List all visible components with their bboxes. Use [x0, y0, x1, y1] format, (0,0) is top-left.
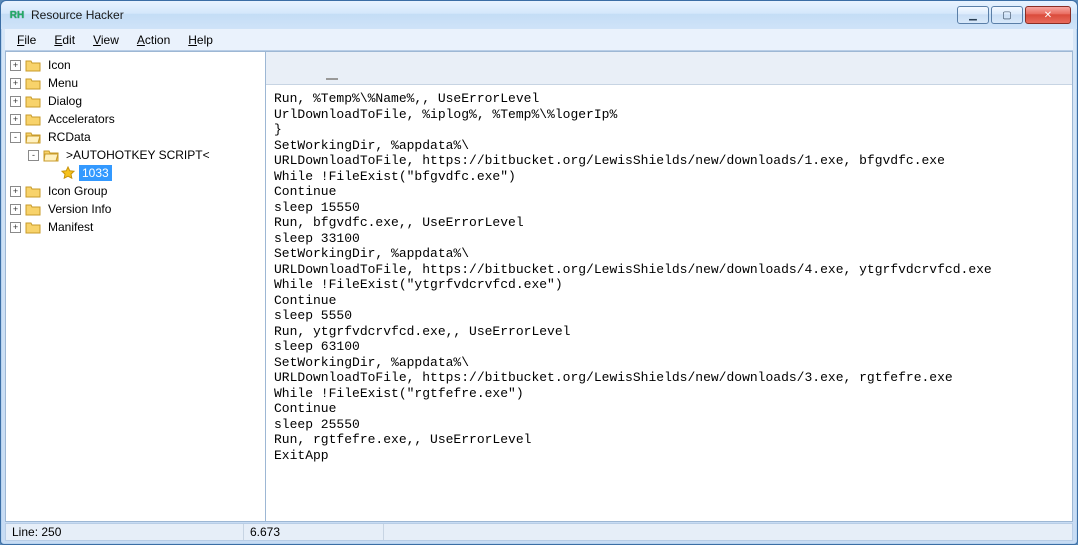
expand-icon[interactable]: + — [10, 114, 21, 125]
expand-icon[interactable]: + — [10, 96, 21, 107]
tree-item-icon[interactable]: + Icon — [8, 56, 263, 74]
tree-label: Dialog — [45, 93, 85, 109]
titlebar[interactable]: RH Resource Hacker ▁ ▢ ✕ — [1, 1, 1077, 29]
expand-icon[interactable]: + — [10, 204, 21, 215]
folder-icon — [25, 202, 41, 216]
menu-file[interactable]: File — [9, 31, 44, 49]
maximize-button[interactable]: ▢ — [991, 6, 1023, 24]
folder-icon — [25, 94, 41, 108]
tree-item-version-info[interactable]: + Version Info — [8, 200, 263, 218]
close-button[interactable]: ✕ — [1025, 6, 1071, 24]
window-title: Resource Hacker — [31, 8, 124, 22]
tree-item-autohotkey-script[interactable]: - >AUTOHOTKEY SCRIPT< — [26, 146, 263, 164]
app-window: RH Resource Hacker ▁ ▢ ✕ File Edit View … — [0, 0, 1078, 545]
folder-icon — [25, 76, 41, 90]
minimize-button[interactable]: ▁ — [957, 6, 989, 24]
collapse-icon[interactable]: - — [10, 132, 21, 143]
expand-icon[interactable]: + — [10, 78, 21, 89]
code-editor[interactable]: Run, %Temp%\%Name%,, UseErrorLevel UrlDo… — [266, 85, 1072, 521]
folder-open-icon — [43, 148, 59, 162]
editor-tabstrip — [266, 52, 1072, 85]
tree-label: RCData — [45, 129, 94, 145]
tree-item-menu[interactable]: + Menu — [8, 74, 263, 92]
app-icon: RH — [9, 7, 25, 23]
expand-icon[interactable]: + — [10, 186, 21, 197]
tree-label: Icon — [45, 57, 74, 73]
tree-item-accelerators[interactable]: + Accelerators — [8, 110, 263, 128]
expand-icon[interactable]: + — [10, 222, 21, 233]
tree-label-selected: 1033 — [79, 165, 112, 181]
folder-icon — [25, 58, 41, 72]
status-line: Line: 250 — [6, 524, 244, 540]
resource-tree[interactable]: +Icon +Menu +Dialog +Accelerators -RCDat… — [6, 52, 266, 521]
folder-icon — [25, 112, 41, 126]
tree-item-icon-group[interactable]: + Icon Group — [8, 182, 263, 200]
menu-edit[interactable]: Edit — [46, 31, 83, 49]
tree-item-dialog[interactable]: + Dialog — [8, 92, 263, 110]
tree-label: Manifest — [45, 219, 96, 235]
tree-item-1033[interactable]: 1033 — [44, 164, 263, 182]
statusbar: Line: 250 6.673 — [5, 523, 1073, 541]
collapse-icon[interactable]: - — [28, 150, 39, 161]
expand-icon[interactable]: + — [10, 60, 21, 71]
menu-view[interactable]: View — [85, 31, 127, 49]
status-col: 6.673 — [244, 524, 384, 540]
menu-action[interactable]: Action — [129, 31, 178, 49]
folder-icon — [25, 184, 41, 198]
star-icon — [61, 166, 75, 180]
client-area: +Icon +Menu +Dialog +Accelerators -RCDat… — [5, 51, 1073, 522]
tree-label: Version Info — [45, 201, 114, 217]
tree-label: Icon Group — [45, 183, 110, 199]
folder-open-icon — [25, 130, 41, 144]
folder-icon — [25, 220, 41, 234]
tree-label: Accelerators — [45, 111, 118, 127]
tree-label: Menu — [45, 75, 81, 91]
tree-label: >AUTOHOTKEY SCRIPT< — [63, 147, 213, 163]
tree-item-manifest[interactable]: + Manifest — [8, 218, 263, 236]
tab-handle[interactable] — [326, 78, 338, 80]
menubar: File Edit View Action Help — [5, 29, 1073, 51]
tree-item-rcdata[interactable]: - RCData — [8, 128, 263, 146]
menu-help[interactable]: Help — [180, 31, 221, 49]
status-spacer — [384, 524, 1072, 540]
